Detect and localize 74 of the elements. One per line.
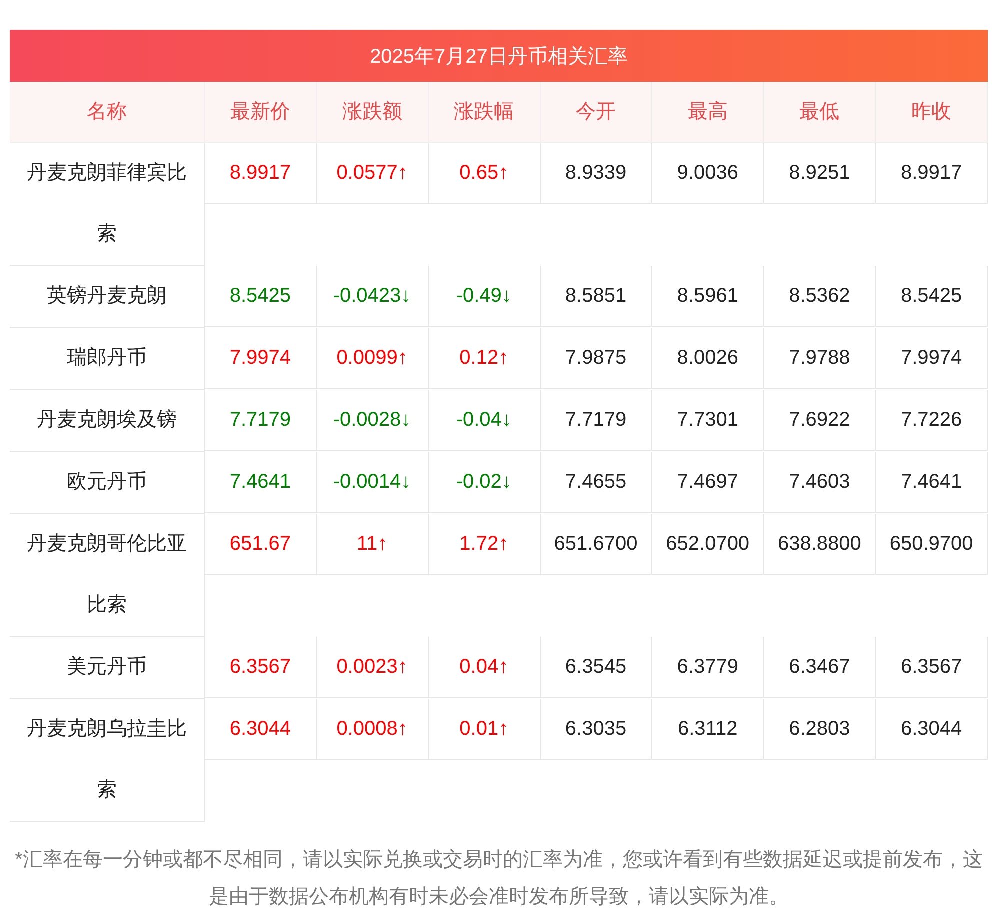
currency-pair-name: 瑞郎丹币	[10, 328, 205, 390]
table-cell: 0.01↑	[428, 699, 541, 760]
currency-pair-name: 丹麦克朗乌拉圭比索	[10, 699, 205, 822]
currency-pair-name: 欧元丹币	[10, 452, 205, 514]
table-cell: 8.9917	[876, 143, 988, 204]
table-cell: -0.0423↓	[316, 266, 429, 327]
table-cell: -0.04↓	[428, 390, 541, 451]
table-cell: 7.9974	[205, 328, 317, 389]
table-cell: 6.3545	[540, 637, 652, 698]
currency-pair-name: 英镑丹麦克朗	[10, 266, 205, 328]
table-cell: 651.6700	[540, 514, 652, 575]
column-header: 最新价	[205, 82, 317, 143]
table-cell: 7.9788	[764, 328, 876, 389]
currency-pair-name: 丹麦克朗哥伦比亚比索	[10, 514, 205, 637]
table-cell: 6.3567	[205, 637, 317, 698]
column-header: 今开	[540, 82, 652, 143]
column-header: 涨跌额	[316, 82, 429, 143]
table-cell: 7.4655	[540, 452, 652, 513]
table-cell: 8.5362	[764, 266, 876, 327]
table-cell: -0.0014↓	[316, 452, 429, 513]
table-cell: -0.02↓	[428, 452, 541, 513]
table-cell: 6.3779	[652, 637, 764, 698]
table-cell: 6.2803	[764, 699, 876, 760]
table-cell: -0.49↓	[428, 266, 541, 327]
table-cell: 0.0099↑	[316, 328, 429, 389]
table-cell: 8.5961	[652, 266, 764, 327]
table-cell: 7.4641	[205, 452, 317, 513]
column-header: 最高	[652, 82, 764, 143]
table-cell: 7.9974	[876, 328, 988, 389]
table-cell: 7.7301	[652, 390, 764, 451]
currency-pair-name: 美元丹币	[10, 637, 205, 699]
table-cell: 652.0700	[652, 514, 764, 575]
table-cell: 0.0577↑	[316, 143, 429, 204]
table-cell: 1.72↑	[428, 514, 541, 575]
table-cell: 6.3112	[652, 699, 764, 760]
table-cell: 7.7179	[205, 390, 317, 451]
column-header: 最低	[764, 82, 876, 143]
table-cell: 650.9700	[876, 514, 988, 575]
table-cell: 7.9875	[540, 328, 652, 389]
table-cell: 6.3044	[205, 699, 317, 760]
table-cell: 8.5851	[540, 266, 652, 327]
table-cell: 8.9339	[540, 143, 652, 204]
table-cell: 638.8800	[764, 514, 876, 575]
table-cell: 0.04↑	[428, 637, 541, 698]
disclaimer-note: *汇率在每一分钟或都不尽相同，请以实际兑换或交易时的汇率为准，您或许看到有些数据延迟或提前发布，这是由于数据公布机构有时未必会准时发布所导致，请以实际为准。	[14, 848, 984, 910]
table-cell: 7.6922	[764, 390, 876, 451]
table-cell: 8.9251	[764, 143, 876, 204]
table-cell: 0.0008↑	[316, 699, 429, 760]
column-header: 名称	[10, 82, 205, 143]
table-cell: 8.0026	[652, 328, 764, 389]
column-header: 涨跌幅	[428, 82, 541, 143]
currency-pair-name: 丹麦克朗菲律宾比索	[10, 143, 205, 266]
table-cell: 11↑	[316, 514, 429, 575]
table-cell: 0.0023↑	[316, 637, 429, 698]
table-title: 2025年7月27日丹币相关汇率	[10, 30, 988, 82]
table-cell: -0.0028↓	[316, 390, 429, 451]
table-cell: 9.0036	[652, 143, 764, 204]
table-cell: 6.3035	[540, 699, 652, 760]
table-cell: 8.5425	[876, 266, 988, 327]
table-cell: 6.3567	[876, 637, 988, 698]
table-cell: 6.3467	[764, 637, 876, 698]
table-cell: 8.9917	[205, 143, 317, 204]
table-cell: 7.4641	[876, 452, 988, 513]
table-cell: 7.4603	[764, 452, 876, 513]
column-header: 昨收	[876, 82, 988, 143]
table-cell: 651.67	[205, 514, 317, 575]
table-cell: 0.12↑	[428, 328, 541, 389]
table-cell: 7.7179	[540, 390, 652, 451]
table-cell: 8.5425	[205, 266, 317, 327]
table-cell: 6.3044	[876, 699, 988, 760]
table-cell: 7.7226	[876, 390, 988, 451]
currency-pair-name: 丹麦克朗埃及镑	[10, 390, 205, 452]
table-cell: 7.4697	[652, 452, 764, 513]
table-cell: 0.65↑	[428, 143, 541, 204]
